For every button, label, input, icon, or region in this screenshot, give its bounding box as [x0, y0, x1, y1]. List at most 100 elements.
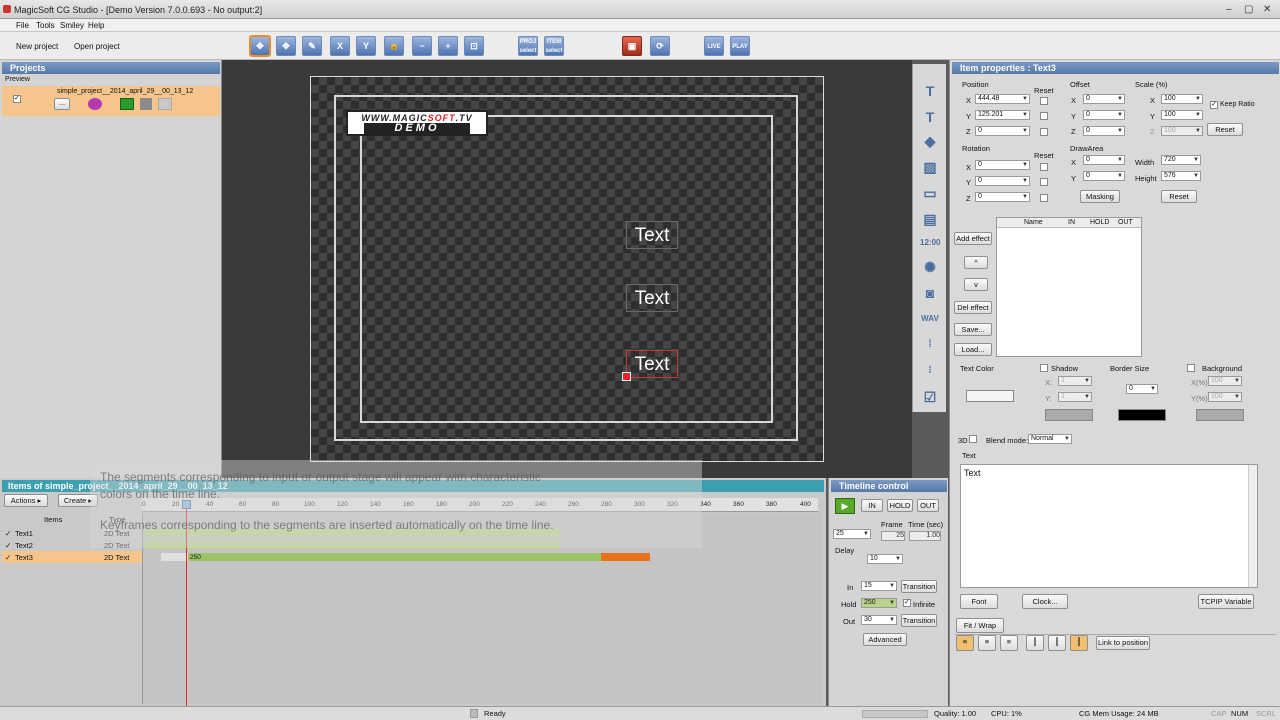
close-button[interactable]: ✕	[1263, 4, 1271, 15]
track-out-text3[interactable]	[601, 553, 650, 561]
reset-pos-z-checkbox[interactable]	[1040, 128, 1048, 136]
output-icon[interactable]: ▣	[622, 36, 642, 56]
menu-help[interactable]: Help	[88, 21, 104, 30]
align-icon[interactable]: ⁞	[920, 336, 940, 354]
scale-y-input[interactable]: 100 ▼	[1161, 110, 1203, 120]
bars-left-icon[interactable]: ║	[1026, 635, 1044, 651]
load-effect-button[interactable]: Load...	[954, 343, 992, 356]
align-left-icon[interactable]: ≡	[956, 635, 974, 651]
canvas-text2[interactable]: Text	[626, 284, 678, 312]
background-checkbox[interactable]	[1187, 364, 1195, 372]
rotation-x-input[interactable]: 0 ▼	[975, 160, 1030, 170]
move-tool-icon[interactable]: ✥	[250, 36, 270, 56]
zoom-fit-icon[interactable]: ⊡	[464, 36, 484, 56]
item-select-button[interactable]: ITEM select	[544, 36, 564, 56]
track-in-text3[interactable]	[161, 553, 188, 561]
offset-z-input[interactable]: 0 ▼	[1083, 126, 1125, 136]
check-icon[interactable]: ☑	[920, 388, 940, 406]
live-button[interactable]: LIVE	[704, 36, 724, 56]
project-row[interactable]: simple_project__2014_april_29__00_13_12 …	[2, 86, 220, 116]
actions-menu-button[interactable]: Actions ▸	[4, 494, 48, 507]
position-y-input[interactable]: 125.201 ▼	[975, 110, 1030, 120]
link-to-position-button[interactable]: Link to position	[1096, 636, 1150, 650]
out-duration-input[interactable]: 30 ▼	[861, 615, 897, 625]
align-center-icon[interactable]: ≡	[978, 635, 996, 651]
ticker-icon[interactable]: ▤	[920, 210, 940, 228]
effects-list[interactable]: Name IN HOLD OUT	[996, 217, 1142, 357]
position-x-input[interactable]: 444.48 ▼	[975, 94, 1030, 104]
status-scroll-thumb[interactable]	[470, 709, 478, 718]
save-effect-button[interactable]: Save...	[954, 323, 992, 336]
gear-icon[interactable]: ✺	[920, 258, 940, 276]
project-options-button[interactable]: ...	[54, 98, 70, 110]
minimize-button[interactable]: –	[1226, 4, 1232, 15]
delay-input[interactable]: 10 ▼	[867, 554, 903, 564]
refresh-icon[interactable]: ⟳	[650, 36, 670, 56]
border-size-input[interactable]: 0 ▼	[1126, 384, 1158, 394]
position-z-input[interactable]: 0 ▼	[975, 126, 1030, 136]
font-button[interactable]: Font	[960, 594, 998, 609]
shadow-checkbox[interactable]	[1040, 364, 1048, 372]
rectangle-icon[interactable]: ▭	[920, 184, 940, 202]
advanced-button[interactable]: Advanced	[863, 633, 907, 646]
text-icon[interactable]: T	[920, 82, 940, 100]
keep-ratio-checkbox[interactable]	[1210, 100, 1218, 109]
fit-wrap-tab[interactable]: Fit / Wrap	[956, 618, 1004, 633]
offset-y-input[interactable]: 0 ▼	[1083, 110, 1125, 120]
image-icon[interactable]: ▨	[920, 158, 940, 176]
stop-project-icon[interactable]	[140, 98, 152, 110]
text-editor-scrollbar[interactable]	[1248, 465, 1257, 587]
scale-x-input[interactable]: 100 ▼	[1161, 94, 1203, 104]
rotate-tool-icon[interactable]: ✥	[276, 36, 296, 56]
x-axis-icon[interactable]: X	[330, 36, 350, 56]
reset-pos-x-checkbox[interactable]	[1040, 97, 1048, 105]
reset-pos-y-checkbox[interactable]	[1040, 112, 1048, 120]
text-3d-icon[interactable]: T	[920, 108, 940, 126]
menu-tools[interactable]: Tools	[36, 21, 55, 30]
selection-handle[interactable]	[622, 372, 631, 381]
masking-button[interactable]: Masking	[1080, 190, 1120, 203]
border-color-swatch[interactable]	[1118, 409, 1166, 421]
hold-duration-input[interactable]: 250 ▼	[861, 598, 897, 608]
del-effect-button[interactable]: Del effect	[954, 301, 992, 314]
draw-area-x-input[interactable]: 0 ▼	[1083, 155, 1125, 165]
wav-icon[interactable]: WAV	[920, 310, 940, 328]
in-transition-button[interactable]: Transition	[901, 580, 937, 593]
canvas-text1[interactable]: Text	[626, 221, 678, 249]
text-editor[interactable]: Text	[960, 464, 1258, 588]
move-effect-up-button[interactable]: ^	[964, 256, 988, 269]
new-project-button[interactable]: New project	[16, 42, 58, 51]
distribute-icon[interactable]: ⁝	[920, 362, 940, 380]
play-icon[interactable]: ▶	[835, 498, 855, 514]
draw-area-y-input[interactable]: 0 ▼	[1083, 171, 1125, 181]
timeline-row-text3[interactable]: ✓ Text3 2D Text	[2, 551, 142, 563]
zoom-out-icon[interactable]: −	[412, 36, 432, 56]
clock-icon[interactable]: 12:00	[920, 234, 940, 252]
next-project-icon[interactable]	[158, 98, 172, 110]
align-right-icon[interactable]: ≡	[1000, 635, 1018, 651]
lock-icon[interactable]: 🔒	[384, 36, 404, 56]
reset-rot-z-checkbox[interactable]	[1040, 194, 1048, 202]
edit-tool-icon[interactable]: ✎	[302, 36, 322, 56]
text-color-swatch[interactable]	[966, 390, 1014, 402]
tcpip-variable-button[interactable]: TCPIP Variable	[1198, 594, 1254, 609]
cube-icon[interactable]: ◆	[920, 132, 940, 150]
menu-file[interactable]: File	[16, 21, 29, 30]
reset-rot-x-checkbox[interactable]	[1040, 163, 1048, 171]
track-bar-text3[interactable]	[188, 553, 601, 561]
offset-x-input[interactable]: 0 ▼	[1083, 94, 1125, 104]
menu-smiley[interactable]: Smiley	[60, 21, 84, 30]
out-button[interactable]: OUT	[917, 499, 939, 512]
in-button[interactable]: IN	[861, 499, 883, 512]
scale-reset-button[interactable]: Reset	[1207, 123, 1243, 136]
project-checkbox[interactable]	[13, 94, 21, 103]
move-effect-down-button[interactable]: v	[964, 278, 988, 291]
hold-button[interactable]: HOLD	[887, 499, 913, 512]
width-input[interactable]: 720 ▼	[1161, 155, 1201, 165]
reload-icon[interactable]	[88, 98, 102, 110]
open-project-button[interactable]: Open project	[74, 42, 120, 51]
out-transition-button[interactable]: Transition	[901, 614, 937, 627]
camera-icon[interactable]: ◙	[920, 284, 940, 302]
rotation-y-input[interactable]: 0 ▼	[975, 176, 1030, 186]
play-button[interactable]: PLAY	[730, 36, 750, 56]
